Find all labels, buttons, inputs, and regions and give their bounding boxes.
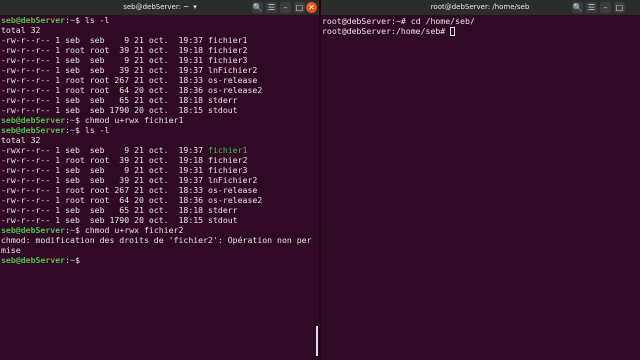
cursor-caret bbox=[450, 27, 456, 36]
output-line: chmod: modification des droits de 'fichi… bbox=[1, 235, 319, 245]
output-text: -rw-r--r-- 1 seb seb 1790 20 oct. 18:15 … bbox=[1, 105, 238, 115]
output-text: root@debServer:~# cd /home/seb/ bbox=[322, 16, 475, 26]
prompt-user: seb@debServer bbox=[1, 125, 66, 135]
left-window-title: seb@debServer: ~ bbox=[123, 3, 190, 11]
output-line: -rw-r--r-- 1 root root 267 21 oct. 18:33… bbox=[1, 185, 319, 195]
output-line: -rw-r--r-- 1 seb seb 9 21 oct. 19:37 fic… bbox=[1, 35, 319, 45]
output-text: -rw-r--r-- 1 root root 39 21 oct. 19:18 … bbox=[1, 155, 248, 165]
menu-icon[interactable]: ☰ bbox=[586, 2, 597, 13]
prompt-user: seb@debServer bbox=[1, 15, 66, 25]
prompt-line: seb@debServer:~$ ls -l bbox=[1, 125, 319, 135]
output-line: mise bbox=[1, 245, 319, 255]
output-line: -rw-r--r-- 1 root root 267 21 oct. 18:33… bbox=[1, 75, 319, 85]
output-text: -rwxr--r-- 1 seb seb 9 21 oct. 19:37 bbox=[1, 145, 209, 155]
output-line: -rwxr--r-- 1 seb seb 9 21 oct. 19:37 fic… bbox=[1, 145, 319, 155]
output-text: chmod: modification des droits de 'fichi… bbox=[1, 235, 312, 245]
output-line: -rw-r--r-- 1 seb seb 65 21 oct. 18:18 st… bbox=[1, 95, 319, 105]
command-text: $ ls -l bbox=[74, 125, 110, 135]
output-line: -rw-r--r-- 1 root root 64 20 oct. 18:36 … bbox=[1, 195, 319, 205]
output-text: -rw-r--r-- 1 root root 64 20 oct. 18:36 … bbox=[1, 85, 263, 95]
output-text: -rw-r--r-- 1 seb seb 39 21 oct. 19:37 ln… bbox=[1, 65, 258, 75]
output-text: root@debServer:/home/seb# bbox=[322, 26, 451, 36]
output-text: -rw-r--r-- 1 root root 39 21 oct. 19:18 … bbox=[1, 45, 248, 55]
right-terminal[interactable]: root@debServer:~# cd /home/seb/root@debS… bbox=[321, 15, 640, 360]
command-text: $ chmod u+rwx fichier1 bbox=[74, 115, 184, 125]
output-text: -rw-r--r-- 1 seb seb 9 21 oct. 19:31 fic… bbox=[1, 165, 248, 175]
title-dropdown-icon[interactable]: ▾ bbox=[193, 3, 197, 11]
output-text: -rw-r--r-- 1 seb seb 9 21 oct. 19:37 fic… bbox=[1, 35, 248, 45]
prompt-line: seb@debServer:~$ ls -l bbox=[1, 15, 319, 25]
search-icon[interactable]: 🔍 bbox=[252, 2, 263, 13]
output-line: -rw-r--r-- 1 root root 39 21 oct. 19:18 … bbox=[1, 155, 319, 165]
output-line: -rw-r--r-- 1 seb seb 9 21 oct. 19:31 fic… bbox=[1, 55, 319, 65]
output-line: -rw-r--r-- 1 seb seb 9 21 oct. 19:31 fic… bbox=[1, 165, 319, 175]
output-text: total 32 bbox=[1, 135, 41, 145]
left-window-titlebar[interactable]: seb@debServer: ~ ▾ 🔍 ☰ – □ bbox=[0, 0, 320, 15]
output-line: -rw-r--r-- 1 seb seb 39 21 oct. 19:37 ln… bbox=[1, 65, 319, 75]
command-text: $ chmod u+rwx fichier2 bbox=[74, 225, 184, 235]
prompt-user: seb@debServer bbox=[1, 115, 66, 125]
output-line: total 32 bbox=[1, 25, 319, 35]
scrollbar-thumb[interactable] bbox=[316, 326, 318, 356]
output-line: -rw-r--r-- 1 seb seb 65 21 oct. 18:18 st… bbox=[1, 205, 319, 215]
maximize-icon[interactable]: □ bbox=[614, 2, 625, 13]
command-text: $ bbox=[74, 255, 80, 265]
output-text: -rw-r--r-- 1 root root 64 20 oct. 18:36 … bbox=[1, 195, 263, 205]
output-line: -rw-r--r-- 1 root root 64 20 oct. 18:36 … bbox=[1, 85, 319, 95]
output-line: root@debServer:~# cd /home/seb/ bbox=[322, 16, 640, 26]
output-text: total 32 bbox=[1, 25, 41, 35]
search-icon[interactable]: 🔍 bbox=[572, 2, 583, 13]
prompt-line: seb@debServer:~$ bbox=[1, 255, 319, 265]
minimize-icon[interactable]: – bbox=[280, 2, 291, 13]
prompt-line: seb@debServer:~$ chmod u+rwx fichier2 bbox=[1, 225, 319, 235]
right-window-titlebar[interactable]: ✕ root@debServer: /home/seb 🔍 ☰ – □ bbox=[306, 0, 640, 15]
prompt-line: seb@debServer:~$ chmod u+rwx fichier1 bbox=[1, 115, 319, 125]
output-line: -rw-r--r-- 1 seb seb 1790 20 oct. 18:15 … bbox=[1, 105, 319, 115]
close-icon[interactable]: ✕ bbox=[306, 2, 317, 13]
output-text: -rw-r--r-- 1 seb seb 39 21 oct. 19:37 ln… bbox=[1, 175, 258, 185]
highlighted-filename: fichier1 bbox=[208, 145, 248, 155]
output-line: -rw-r--r-- 1 seb seb 39 21 oct. 19:37 ln… bbox=[1, 175, 319, 185]
output-text: -rw-r--r-- 1 root root 267 21 oct. 18:33… bbox=[1, 75, 258, 85]
prompt-user: seb@debServer bbox=[1, 255, 66, 265]
left-terminal[interactable]: seb@debServer:~$ ls -l total 32 -rw-r--r--… bbox=[0, 15, 319, 360]
command-text: $ ls -l bbox=[74, 15, 110, 25]
output-line: total 32 bbox=[1, 135, 319, 145]
output-text: -rw-r--r-- 1 seb seb 65 21 oct. 18:18 st… bbox=[1, 205, 238, 215]
output-line: root@debServer:/home/seb# bbox=[322, 26, 640, 36]
right-window-title: root@debServer: /home/seb bbox=[430, 3, 530, 11]
prompt-user: seb@debServer bbox=[1, 225, 66, 235]
output-text: -rw-r--r-- 1 seb seb 1790 20 oct. 18:15 … bbox=[1, 215, 238, 225]
output-text: mise bbox=[1, 245, 21, 255]
output-text: -rw-r--r-- 1 root root 267 21 oct. 18:33… bbox=[1, 185, 258, 195]
maximize-icon[interactable]: □ bbox=[294, 2, 305, 13]
output-line: -rw-r--r-- 1 root root 39 21 oct. 19:18 … bbox=[1, 45, 319, 55]
output-text: -rw-r--r-- 1 seb seb 9 21 oct. 19:31 fic… bbox=[1, 55, 248, 65]
output-text: -rw-r--r-- 1 seb seb 65 21 oct. 18:18 st… bbox=[1, 95, 238, 105]
minimize-icon[interactable]: – bbox=[600, 2, 611, 13]
menu-icon[interactable]: ☰ bbox=[266, 2, 277, 13]
output-line: -rw-r--r-- 1 seb seb 1790 20 oct. 18:15 … bbox=[1, 215, 319, 225]
